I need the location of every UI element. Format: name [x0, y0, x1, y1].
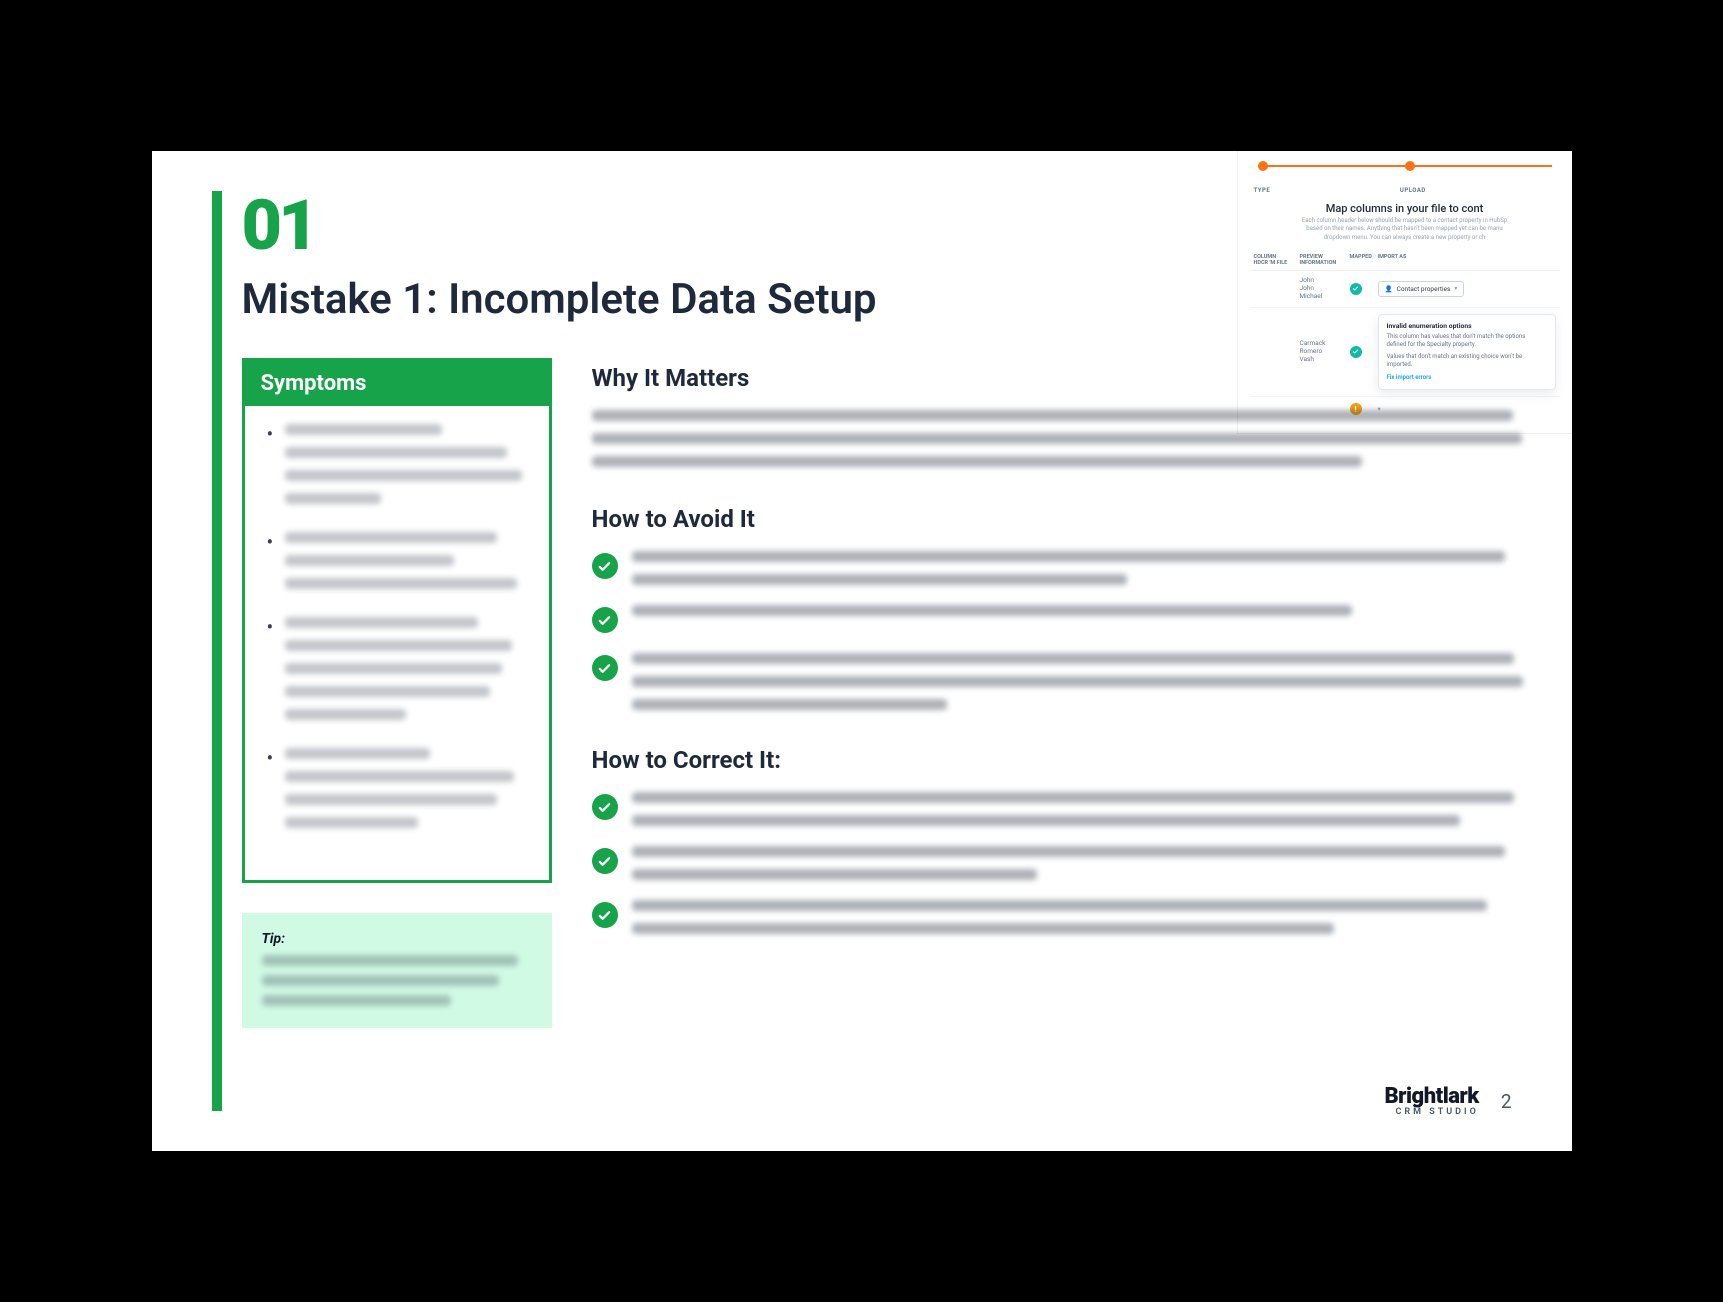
- list-item: [267, 748, 527, 828]
- symptoms-body: [245, 406, 549, 880]
- check-item: [592, 900, 1532, 934]
- page-content: 01 Mistake 1: Incomplete Data Setup Symp…: [242, 191, 1572, 1121]
- brand-logo: Brightlark CRM STUDIO: [1384, 1086, 1478, 1117]
- check-item: [592, 551, 1532, 585]
- page-footer: Brightlark CRM STUDIO 2: [1384, 1086, 1511, 1117]
- check-item: [592, 846, 1532, 880]
- check-circle-icon: [592, 848, 618, 874]
- list-item: [267, 424, 527, 504]
- symptoms-panel: Symptoms: [242, 358, 552, 883]
- chapter-number: 01: [242, 191, 1572, 261]
- check-item: [592, 605, 1532, 633]
- check-item: [592, 792, 1532, 826]
- list-item: [267, 617, 527, 720]
- tip-label: Tip:: [262, 931, 286, 947]
- tip-panel: Tip:: [242, 913, 552, 1028]
- check-circle-icon: [592, 794, 618, 820]
- section-heading-why: Why It Matters: [592, 364, 1532, 392]
- page-number: 2: [1501, 1090, 1512, 1113]
- document-page: TYPE UPLOAD Map columns in your file to …: [152, 151, 1572, 1151]
- accent-bar: [212, 191, 222, 1111]
- list-item: [267, 532, 527, 589]
- check-circle-icon: [592, 553, 618, 579]
- section-heading-correct: How to Correct It:: [592, 746, 1532, 774]
- page-title: Mistake 1: Incomplete Data Setup: [242, 275, 1572, 324]
- section-heading-avoid: How to Avoid It: [592, 505, 1532, 533]
- check-circle-icon: [592, 655, 618, 681]
- check-circle-icon: [592, 902, 618, 928]
- symptoms-heading: Symptoms: [245, 361, 549, 406]
- check-item: [592, 653, 1532, 710]
- check-circle-icon: [592, 607, 618, 633]
- inset-stepper: [1258, 161, 1552, 177]
